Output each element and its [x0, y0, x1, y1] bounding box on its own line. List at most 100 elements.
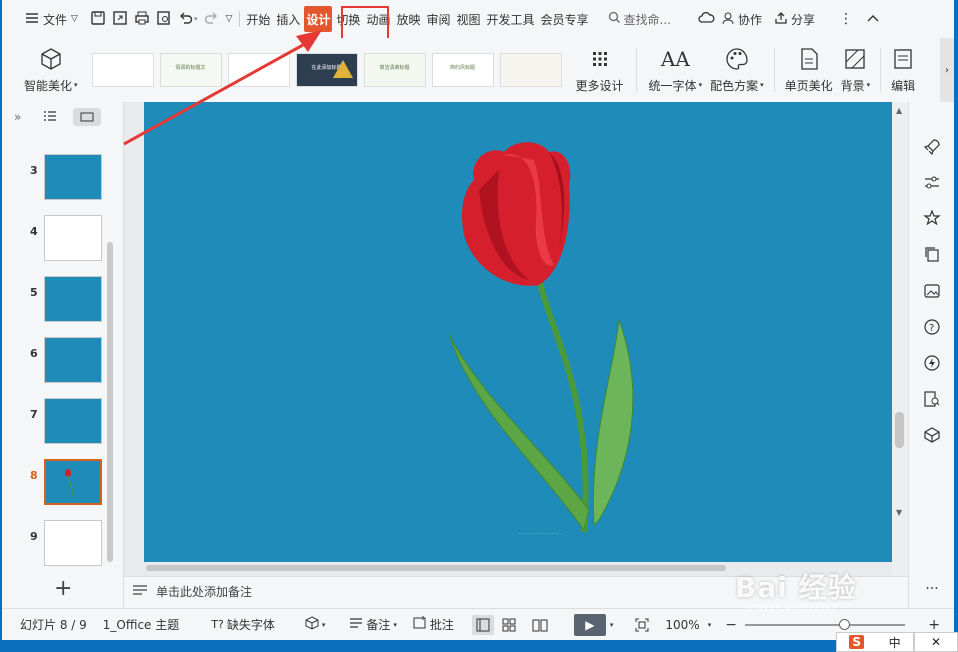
- design-template-2[interactable]: [227, 53, 290, 87]
- notes-icon: [132, 584, 148, 599]
- canvas-horizontal-scrollbar[interactable]: [144, 563, 892, 573]
- lightning-icon[interactable]: [921, 352, 943, 374]
- tab-1[interactable]: 插入: [274, 6, 302, 32]
- single-page-beautify-button[interactable]: 单页美化: [781, 40, 837, 100]
- canvas-vertical-scrollbar[interactable]: ▲ ▼: [892, 102, 908, 576]
- cloud-sync-button[interactable]: [694, 6, 718, 32]
- design-template-6[interactable]: [499, 53, 562, 87]
- slide-entry[interactable]: 7: [2, 398, 112, 446]
- slide-panel-scrollbar[interactable]: [107, 242, 113, 562]
- zoom-slider-handle[interactable]: [838, 618, 850, 630]
- slide-entry[interactable]: 9: [2, 520, 112, 568]
- unify-font-button[interactable]: AA 统一字体 ▾: [645, 40, 707, 100]
- slide-entry[interactable]: 3: [2, 154, 112, 202]
- notes-toggle-button[interactable]: 备注 ▾: [341, 616, 405, 633]
- design-template-3[interactable]: 在此添加标题: [295, 53, 358, 87]
- preview-button[interactable]: [153, 6, 175, 32]
- slide-entry[interactable]: 6: [2, 337, 112, 385]
- play-slideshow-button[interactable]: ▶: [573, 613, 606, 636]
- tab-5[interactable]: 放映: [394, 6, 422, 32]
- slide-entry[interactable]: 4: [2, 215, 112, 263]
- close-button[interactable]: ✕: [914, 632, 958, 652]
- notes-placeholder: 单击此处添加备注: [156, 585, 253, 599]
- chevron-down-icon[interactable]: ▾: [708, 621, 712, 629]
- design-template-0[interactable]: [91, 53, 154, 87]
- zoom-in-button[interactable]: +: [920, 617, 948, 633]
- more-icon[interactable]: ···: [921, 578, 943, 600]
- export-button[interactable]: [109, 6, 131, 32]
- slide-thumbnail[interactable]: [44, 215, 102, 261]
- comments-button[interactable]: 批注: [405, 616, 462, 633]
- slide-thumbnail[interactable]: [44, 459, 102, 505]
- slide-thumbnail[interactable]: [44, 398, 102, 444]
- tulip-image[interactable]: · · · · · · · · · · · · · · · · ·: [444, 140, 644, 540]
- help-icon[interactable]: ?: [921, 316, 943, 338]
- sliders-icon[interactable]: [921, 172, 943, 194]
- zoom-level[interactable]: 100%: [657, 618, 707, 632]
- background-button[interactable]: 背景 ▾: [837, 40, 875, 100]
- redo-button[interactable]: [200, 6, 222, 32]
- ime-indicator[interactable]: S 中: [836, 632, 914, 652]
- redo-icon: [203, 10, 219, 29]
- slide-number: 7: [30, 408, 38, 421]
- more-options-button[interactable]: ⋮: [836, 6, 856, 32]
- theme-name[interactable]: 1_Office 主题: [95, 616, 187, 633]
- print-button[interactable]: [131, 6, 153, 32]
- ribbon-tabs: 开始 插入 设计 切换 动画 放映 审阅 视图 开发工具 会员专享: [244, 6, 590, 32]
- tab-0[interactable]: 开始: [244, 6, 272, 32]
- star-icon[interactable]: [921, 207, 943, 229]
- search-box[interactable]: 查找命...: [605, 6, 674, 32]
- sorter-view-button[interactable]: [494, 618, 524, 632]
- beautify-dropdown[interactable]: ▾: [297, 616, 334, 633]
- notes-bar[interactable]: 单击此处添加备注: [124, 576, 908, 606]
- tab-2[interactable]: 设计: [304, 6, 333, 32]
- zoom-slider[interactable]: [744, 618, 905, 630]
- thumbnail-view-icon[interactable]: [73, 108, 102, 126]
- grid-icon: [502, 618, 516, 631]
- color-scheme-button[interactable]: 配色方案 ▾: [706, 40, 768, 100]
- undo-button[interactable]: ▾: [175, 6, 201, 32]
- more-design-label: 更多设计: [575, 78, 624, 93]
- collab-button[interactable]: 协作: [718, 6, 765, 32]
- file-menu[interactable]: 文件 ▽: [22, 6, 81, 32]
- save-button[interactable]: [87, 6, 109, 32]
- outline-view-icon[interactable]: [43, 110, 57, 125]
- missing-font-button[interactable]: T? 缺失字体: [203, 616, 283, 633]
- current-slide[interactable]: · · · · · · · · · · · · · · · · ·: [144, 102, 892, 562]
- edit-button[interactable]: 编辑: [887, 40, 919, 100]
- collapse-ribbon-button[interactable]: [864, 6, 882, 32]
- image-tool-icon[interactable]: [921, 280, 943, 302]
- copy-icon[interactable]: [921, 243, 943, 265]
- slide-entry[interactable]: 8: [2, 459, 112, 507]
- tab-8[interactable]: 开发工具: [485, 6, 537, 32]
- reading-view-button[interactable]: [524, 618, 556, 632]
- normal-view-button[interactable]: [471, 614, 494, 635]
- tab-7[interactable]: 视图: [454, 6, 482, 32]
- design-template-1[interactable]: 情调的标题文: [159, 53, 222, 87]
- share-button[interactable]: 分享: [771, 6, 818, 32]
- rocket-icon[interactable]: [921, 136, 943, 158]
- fit-window-button[interactable]: [627, 618, 657, 632]
- ribbon-scroll-right[interactable]: ›: [940, 38, 954, 102]
- slide-thumbnail[interactable]: [44, 520, 102, 566]
- add-slide-button[interactable]: +: [54, 576, 72, 601]
- smart-beautify-button[interactable]: 智能美化 ▾: [20, 40, 82, 100]
- slide-entry[interactable]: 5: [2, 276, 112, 324]
- more-design-button[interactable]: 更多设计: [572, 40, 628, 100]
- color-scheme-label: 配色方案: [710, 78, 759, 93]
- fit-icon: [635, 618, 649, 631]
- template-title: 情调的标题文: [175, 65, 206, 71]
- quick-access-dropdown[interactable]: ▽: [222, 6, 235, 32]
- slide-thumbnail[interactable]: [44, 276, 102, 322]
- slide-thumbnail[interactable]: [44, 337, 102, 383]
- tab-9[interactable]: 会员专享: [539, 6, 591, 32]
- chevron-down-icon[interactable]: ▾: [610, 621, 614, 629]
- tab-6[interactable]: 审阅: [424, 6, 452, 32]
- book-search-icon[interactable]: [921, 388, 943, 410]
- zoom-out-button[interactable]: −: [717, 617, 745, 633]
- design-template-4[interactable]: 简洁清爽标题: [363, 53, 426, 87]
- box-icon[interactable]: [921, 424, 943, 446]
- design-template-5[interactable]: 简约风标题: [431, 53, 494, 87]
- slide-thumbnail[interactable]: [44, 154, 102, 200]
- expand-panel-icon[interactable]: »: [14, 110, 21, 124]
